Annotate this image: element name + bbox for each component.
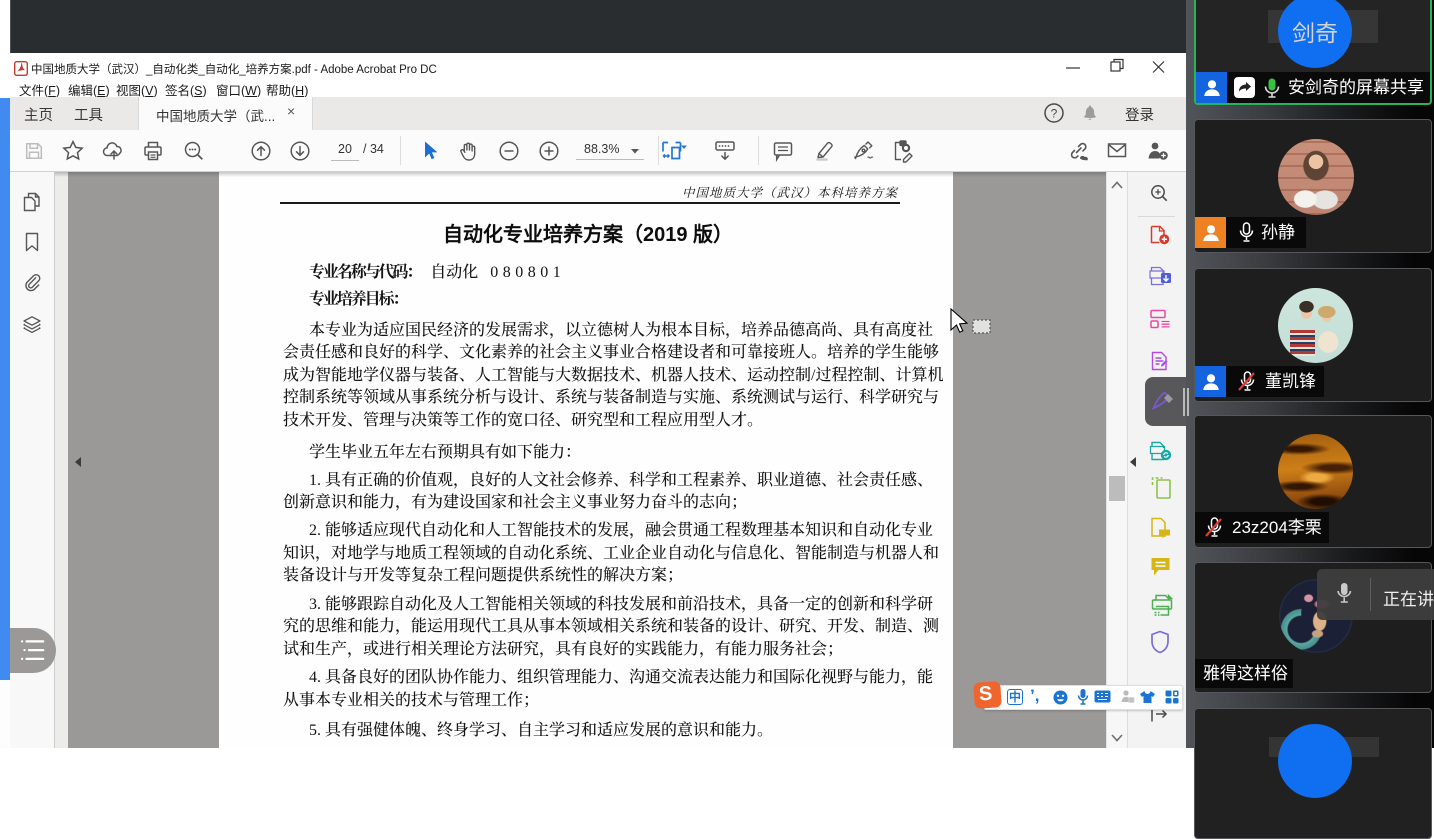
svg-text:?: ? [1051, 107, 1058, 121]
